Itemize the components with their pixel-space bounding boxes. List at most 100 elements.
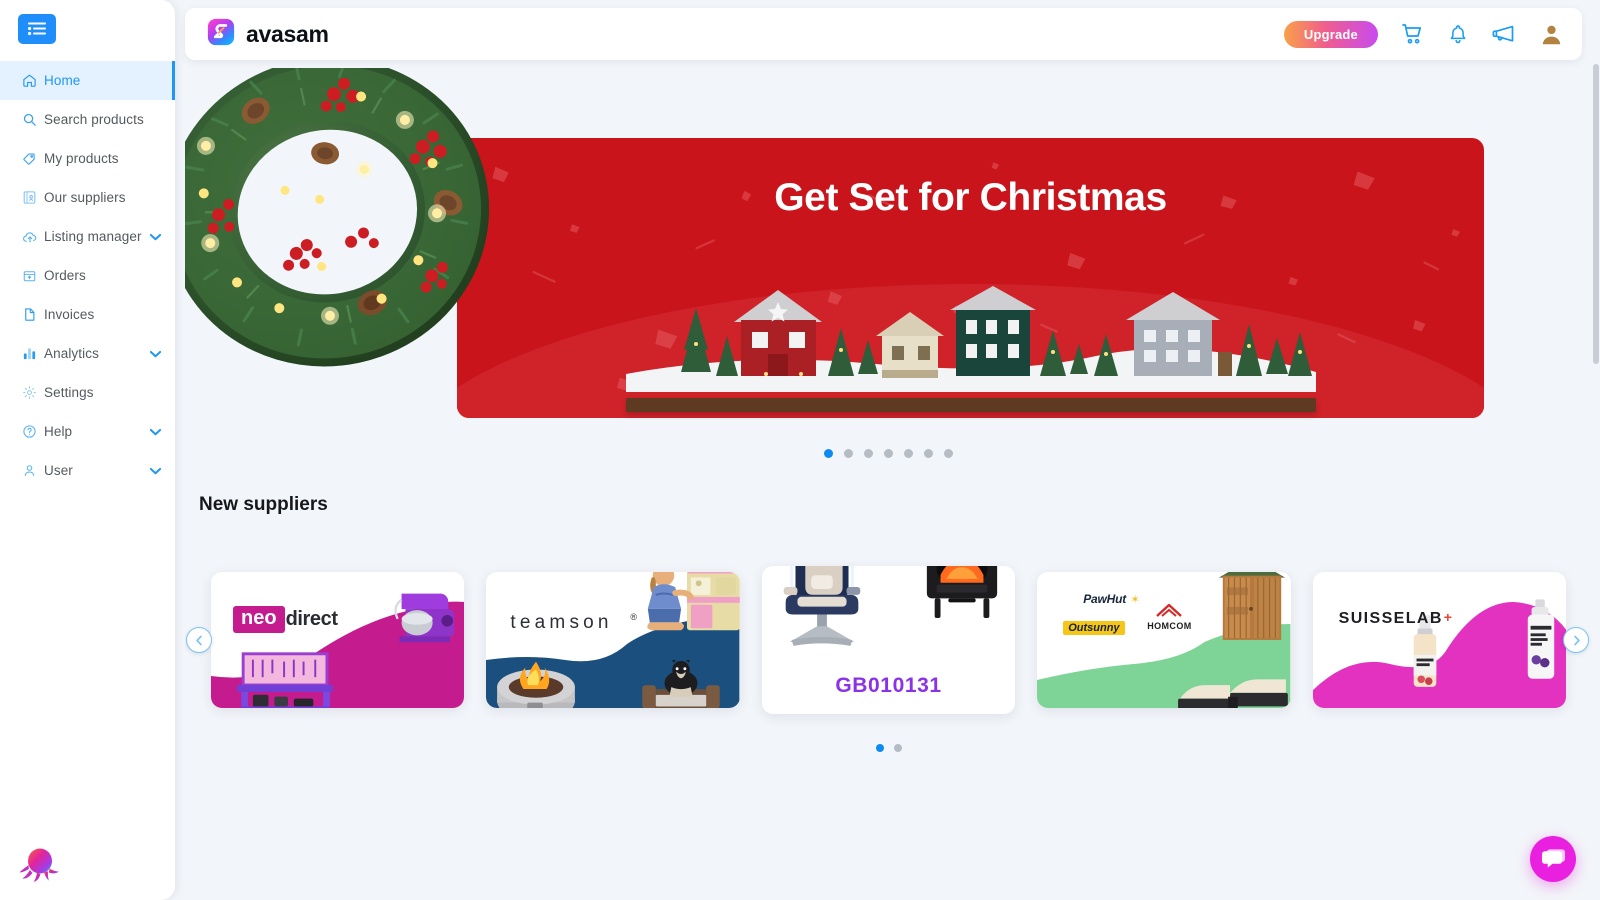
- promo-carousel: Get Set for Christmas: [185, 68, 1592, 488]
- octopus-mascot-icon: [16, 840, 64, 888]
- sidebar-item-label: Settings: [44, 385, 94, 400]
- supplier-logo-pawhut: PawHut ✶: [1083, 592, 1140, 606]
- sidebar-item-label: Home: [44, 73, 81, 88]
- sidebar-item-label: User: [44, 463, 73, 478]
- electric-stove-image: [927, 566, 998, 618]
- sidebar-item-analytics[interactable]: Analytics: [0, 334, 175, 373]
- banner-carousel-dots: [185, 449, 1592, 458]
- supplier-card-teamson[interactable]: teamson ®: [486, 572, 740, 708]
- suppliers-next-button[interactable]: [1563, 627, 1589, 653]
- suppliers-track: neo direct teamson ® GB010131 PawHut ✶ H…: [185, 550, 1592, 730]
- suppliers-dot-1[interactable]: [875, 744, 884, 752]
- supplier-card-neodirect[interactable]: neo direct: [211, 572, 465, 708]
- suppliers-carousel-dots: [185, 744, 1592, 752]
- sidebar-item-home[interactable]: Home: [0, 61, 175, 100]
- brand[interactable]: avasam: [207, 18, 329, 51]
- supplier-card-gb010131[interactable]: GB010131: [761, 566, 1016, 714]
- supplier-card-pawhut-homcom-outsunny[interactable]: PawHut ✶ HOMCOM Outsunny: [1037, 572, 1291, 708]
- banner-title: Get Set for Christmas: [774, 176, 1167, 219]
- homcom-roof-icon: [1156, 603, 1183, 617]
- suppliers-dot-2[interactable]: [893, 744, 902, 752]
- chevron-down-icon[interactable]: [149, 233, 161, 241]
- workbench-image: [237, 652, 333, 708]
- sidebar-item-help[interactable]: Help: [0, 412, 175, 451]
- home-icon: [22, 73, 44, 88]
- suppliers-carousel: neo direct teamson ® GB010131 PawHut ✶ H…: [185, 550, 1592, 730]
- supplier-logo-homcom: HOMCOM: [1147, 603, 1191, 631]
- bar-chart-icon: [22, 346, 44, 361]
- registered-mark: ®: [630, 612, 638, 622]
- stand-mixer-image: [394, 593, 455, 643]
- garden-shed-image: [1218, 572, 1285, 640]
- cart-icon[interactable]: [1400, 22, 1425, 46]
- chat-bubble-icon: [1541, 849, 1565, 868]
- sidebar-item-label: Help: [44, 424, 73, 439]
- sidebar-nav: Home Search products My products Our sup…: [0, 58, 175, 490]
- pet-bed-image: [642, 660, 720, 708]
- sidebar-item-label: My products: [44, 151, 119, 166]
- scrollbar-thumb[interactable]: [1593, 64, 1599, 364]
- sidebar-item-invoices[interactable]: Invoices: [0, 295, 175, 334]
- cloud-up-icon: [22, 229, 44, 245]
- menu-toggle-button[interactable]: [18, 14, 56, 44]
- christmas-wreath-image: [185, 68, 490, 367]
- carousel-dot-2[interactable]: [844, 449, 853, 458]
- sidebar-item-label: Listing manager: [44, 229, 142, 244]
- chevron-down-icon[interactable]: [149, 467, 161, 475]
- page-title: New suppliers: [199, 494, 328, 515]
- bell-icon[interactable]: [1447, 22, 1469, 46]
- supplier-logo-suisselab: SUISSELAB +: [1338, 609, 1452, 627]
- sidebar-item-listing-manager[interactable]: Listing manager: [0, 217, 175, 256]
- brand-name: avasam: [246, 20, 329, 47]
- supplier-logo-teamson: teamson: [510, 612, 613, 633]
- tag-icon: [22, 151, 44, 166]
- sidebar-item-user[interactable]: User: [0, 451, 175, 490]
- page-scrollbar[interactable]: [1593, 64, 1599, 900]
- carousel-dot-1[interactable]: [824, 449, 833, 458]
- box-icon: [22, 268, 44, 283]
- supplier-card-suisselab[interactable]: SUISSELAB +: [1312, 572, 1567, 708]
- top-bar-actions: Upgrade: [1283, 20, 1564, 48]
- carousel-dot-6[interactable]: [924, 449, 933, 458]
- suppliers-prev-button[interactable]: [186, 627, 212, 653]
- chevron-down-icon[interactable]: [149, 350, 161, 358]
- suppliers-icon: [22, 190, 44, 205]
- avasam-logo-icon: [207, 18, 235, 51]
- carousel-dot-3[interactable]: [864, 449, 873, 458]
- sidebar-item-label: Our suppliers: [44, 190, 126, 205]
- sidebar-item-settings[interactable]: Settings: [0, 373, 175, 412]
- app-root: Home Search products My products Our sup…: [0, 0, 1600, 900]
- gear-icon: [22, 385, 44, 400]
- toy-kitchen-image: [647, 572, 740, 631]
- sidebar-item-orders[interactable]: Orders: [0, 256, 175, 295]
- christmas-village-scene: [625, 286, 1316, 392]
- search-icon: [22, 112, 44, 127]
- supplier-logo-neodirect: neo direct: [233, 606, 338, 633]
- sun-lounger-image: [1177, 679, 1288, 708]
- chat-widget-button[interactable]: [1530, 836, 1576, 882]
- sidebar: Home Search products My products Our sup…: [0, 0, 175, 900]
- user-avatar[interactable]: [1539, 22, 1564, 47]
- sidebar-item-search-products[interactable]: Search products: [0, 100, 175, 139]
- gaming-chair-image: [783, 566, 861, 646]
- carousel-dot-4[interactable]: [884, 449, 893, 458]
- sidebar-item-label: Orders: [44, 268, 86, 283]
- carousel-dot-5[interactable]: [904, 449, 913, 458]
- upgrade-button[interactable]: Upgrade: [1283, 20, 1378, 48]
- star-icon: ✶: [1130, 594, 1140, 606]
- top-bar: avasam Upgrade: [185, 8, 1582, 60]
- supplier-logo-gb010131: GB010131: [835, 674, 942, 697]
- document-icon: [22, 307, 44, 322]
- chevron-down-icon[interactable]: [149, 428, 161, 436]
- hamburger-icon: [28, 22, 46, 36]
- supplier-logo-outsunny: Outsunny: [1063, 618, 1125, 636]
- person-icon: [22, 463, 44, 478]
- megaphone-icon[interactable]: [1491, 22, 1517, 46]
- sidebar-item-label: Analytics: [44, 346, 99, 361]
- sidebar-item-our-suppliers[interactable]: Our suppliers: [0, 178, 175, 217]
- spray-bottle-image: [1527, 599, 1555, 679]
- sidebar-item-my-products[interactable]: My products: [0, 139, 175, 178]
- question-icon: [22, 424, 44, 439]
- page-content: Get Set for Christmas New suppliers neo …: [185, 68, 1592, 900]
- carousel-dot-7[interactable]: [944, 449, 953, 458]
